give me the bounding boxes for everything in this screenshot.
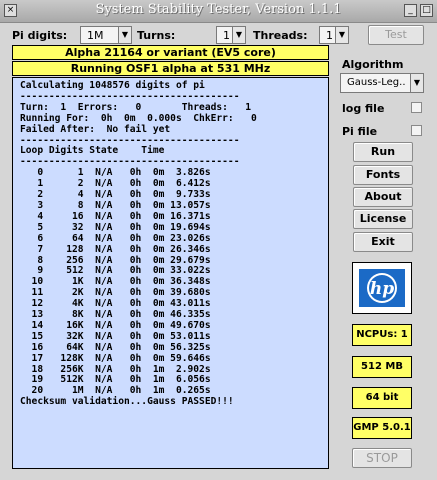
- chevron-down-icon: ▼: [410, 74, 423, 92]
- stop-button[interactable]: STOP: [352, 448, 412, 468]
- console-line: 6 64 N/A 0h 0m 23.026s: [20, 232, 211, 244]
- turns-select[interactable]: 1 ▼: [216, 26, 246, 44]
- algorithm-value: Gauss-Leg..: [347, 77, 406, 88]
- console-line: Running For: 0h 0m 0.000s ChkErr: 0: [20, 112, 257, 124]
- log-file-checkbox[interactable]: [411, 102, 422, 113]
- test-button[interactable]: Test: [368, 25, 424, 45]
- hp-logo-icon: hp: [359, 269, 405, 307]
- run-button[interactable]: Run: [353, 142, 413, 162]
- license-button[interactable]: License: [353, 209, 413, 229]
- console-line: 7 128 N/A 0h 0m 26.346s: [20, 243, 211, 255]
- console-line: 17 128K N/A 0h 0m 59.646s: [20, 352, 211, 364]
- ncpus-badge: NCPUs: 1: [352, 324, 412, 346]
- turns-label: Turns:: [137, 29, 176, 42]
- console-line: Failed After: No fail yet: [20, 123, 171, 135]
- threads-value: 1: [326, 29, 333, 42]
- threads-select[interactable]: 1 ▼: [319, 26, 349, 44]
- chevron-down-icon: ▼: [232, 27, 245, 43]
- chevron-down-icon: ▼: [335, 27, 348, 43]
- bits-badge: 64 bit: [352, 387, 412, 409]
- pi-file-label: Pi file: [342, 125, 378, 138]
- turns-value: 1: [223, 29, 230, 42]
- pi-digits-value: 1M: [87, 29, 104, 42]
- log-file-label: log file: [342, 102, 385, 115]
- window-title: System Stability Tester, Version 1.1.1: [95, 2, 342, 17]
- maximize-window-icon[interactable]: □: [420, 4, 433, 17]
- hp-logo-panel: hp: [352, 262, 412, 314]
- console-line: Checksum validation...Gauss PASSED!!!: [20, 396, 234, 408]
- pi-digits-label: Pi digits:: [12, 29, 68, 42]
- gmp-badge: GMP 5.0.1: [352, 417, 412, 439]
- exit-button[interactable]: Exit: [353, 232, 413, 252]
- output-console[interactable]: Calculating 1048576 digits of pi --------…: [12, 77, 329, 469]
- title-bar: × System Stability Tester, Version 1.1.1…: [0, 0, 437, 23]
- minimize-window-icon[interactable]: _: [404, 4, 417, 17]
- threads-label: Threads:: [253, 29, 308, 42]
- about-button[interactable]: About: [353, 187, 413, 207]
- pi-digits-select[interactable]: 1M ▼: [80, 26, 132, 44]
- pi-file-checkbox[interactable]: [411, 125, 422, 136]
- memory-badge: 512 MB: [352, 356, 412, 378]
- os-banner: Running OSF1 alpha at 531 MHz: [12, 61, 329, 76]
- cpu-banner: Alpha 21164 or variant (EV5 core): [12, 45, 329, 60]
- algorithm-select[interactable]: Gauss-Leg.. ▼: [340, 73, 424, 93]
- hp-logo-text: hp: [370, 279, 394, 299]
- fonts-button[interactable]: Fonts: [353, 165, 413, 185]
- algorithm-label: Algorithm: [342, 58, 404, 71]
- chevron-down-icon: ▼: [118, 27, 131, 43]
